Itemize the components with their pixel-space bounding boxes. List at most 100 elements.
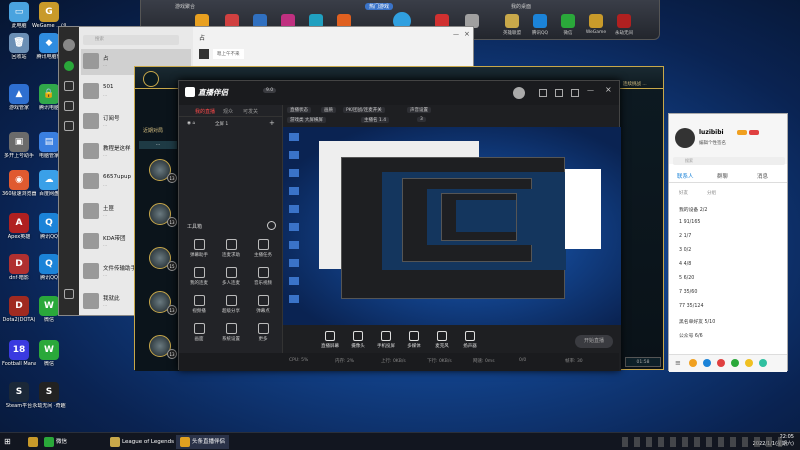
- contact-group[interactable]: 77 35/124: [679, 304, 704, 309]
- message-icon[interactable]: [555, 89, 563, 97]
- tab-contacts[interactable]: 联系人: [677, 172, 694, 180]
- toolbar-chip[interactable]: 画质: [321, 107, 336, 113]
- tool-button[interactable]: 多人连麦: [217, 267, 245, 286]
- subtab-groups[interactable]: 分组: [707, 190, 716, 196]
- contacts-icon[interactable]: [64, 81, 74, 91]
- qq-icon[interactable]: [533, 14, 547, 28]
- app-icon[interactable]: [717, 359, 725, 367]
- desktop-icon[interactable]: ▣ 多开上号助手: [2, 132, 36, 159]
- app-icon[interactable]: [759, 359, 767, 367]
- preview-qq-panel: [565, 169, 601, 249]
- bottom-bar-button[interactable]: 手机投屏: [373, 331, 399, 349]
- toolbar-chip[interactable]: PK/团战/连麦开关: [343, 107, 385, 113]
- desktop-icon[interactable]: A Apex英雄: [2, 213, 36, 240]
- avatar[interactable]: [513, 87, 525, 99]
- bottom-bar-button[interactable]: 摄像头: [345, 331, 371, 349]
- desktop-icon[interactable]: 18Football Manag...: [2, 340, 36, 367]
- toolbar-chip[interactable]: 3: [417, 117, 426, 122]
- tool-button[interactable]: 画面: [185, 323, 213, 342]
- start-button[interactable]: ⊞: [4, 435, 11, 449]
- desktop-icon[interactable]: ◉ 360极速浏览器: [2, 170, 36, 197]
- desktop-icon[interactable]: S 永劫无间 ·奇趣: [32, 382, 66, 409]
- tab-messages[interactable]: 消息: [757, 172, 768, 180]
- bottom-bar-button[interactable]: 多媒体: [401, 331, 427, 349]
- contact-group[interactable]: 7 35/60: [679, 290, 697, 295]
- contact-group[interactable]: 黑名单好友 5/10: [679, 318, 715, 325]
- minimize-icon[interactable]: —: [587, 86, 594, 94]
- wechat-icon[interactable]: [561, 14, 575, 28]
- desktop-icon[interactable]: W 微信: [32, 340, 66, 367]
- minimize-icon[interactable]: —: [453, 31, 459, 38]
- close-icon[interactable]: ×: [605, 85, 612, 94]
- tools-toggle-icon[interactable]: [267, 221, 276, 230]
- tab-other[interactable]: 可发关: [243, 108, 258, 115]
- menu-icon[interactable]: ≡: [675, 359, 681, 367]
- toolbar-chip[interactable]: 直播状态: [287, 107, 311, 113]
- avatar[interactable]: [675, 128, 695, 148]
- chat-icon[interactable]: [64, 61, 74, 71]
- toolbar-chip[interactable]: 主播名 1.4: [361, 117, 390, 123]
- taskbar-app-icon[interactable]: [28, 435, 40, 449]
- desktop-icon[interactable]: S Steam平台: [2, 382, 36, 409]
- lol-icon[interactable]: [505, 14, 519, 28]
- system-tray[interactable]: [622, 437, 782, 447]
- wegame-icon[interactable]: [589, 14, 603, 28]
- tab-groups[interactable]: 群聊: [717, 172, 728, 180]
- contact-group[interactable]: 1 91/165: [679, 220, 700, 225]
- tool-button[interactable]: 弹幕助手: [185, 239, 213, 258]
- tool-button[interactable]: 弹幕点: [249, 295, 277, 314]
- tool-button[interactable]: 音乐视频: [249, 267, 277, 286]
- scene-label[interactable]: 全屏 1: [215, 121, 228, 127]
- start-live-button[interactable]: 开始直播: [575, 335, 613, 348]
- contact-group[interactable]: 5 6/20: [679, 276, 694, 281]
- app-icon[interactable]: [703, 359, 711, 367]
- tool-button[interactable]: 视频播: [185, 295, 213, 314]
- bottom-bar-button[interactable]: 扬声器: [457, 331, 483, 349]
- close-icon[interactable]: ×: [464, 30, 470, 38]
- app-icon[interactable]: [689, 359, 697, 367]
- folder-icon[interactable]: [64, 121, 74, 131]
- contact-group[interactable]: 我的设备 2/2: [679, 206, 707, 213]
- avatar[interactable]: [63, 39, 75, 51]
- contact-group[interactable]: 3 0/2: [679, 248, 691, 253]
- contact-group[interactable]: 2 1/7: [679, 234, 691, 239]
- bottom-bar-button[interactable]: 麦克风: [429, 331, 455, 349]
- naraka-icon[interactable]: [617, 14, 631, 28]
- desktop-icon[interactable]: D Dota2(DOTA): [2, 296, 36, 323]
- tool-button[interactable]: 主播任务: [249, 239, 277, 258]
- desktop-icon[interactable]: GWeGame ...(测): [32, 2, 66, 29]
- taskbar-item[interactable]: League of Legends: [110, 435, 174, 449]
- star-icon[interactable]: [64, 101, 74, 111]
- bottom-bar-button[interactable]: 直播屏幕: [317, 331, 343, 349]
- desktop-icon[interactable]: ▲ 游戏管家: [2, 84, 36, 111]
- menu-icon[interactable]: [571, 89, 579, 97]
- contact-name: 占: [103, 56, 109, 62]
- tab-audience[interactable]: 观众: [223, 108, 233, 115]
- contact-group[interactable]: 4 4/8: [679, 262, 691, 267]
- desktop-icon[interactable]: Ddnf·暗影: [2, 254, 36, 281]
- tool-button[interactable]: 更多: [249, 323, 277, 342]
- add-scene-button[interactable]: +: [269, 119, 275, 127]
- scene-icon[interactable]: ◉ ⌂: [187, 121, 195, 126]
- search-input[interactable]: 搜索: [673, 157, 785, 165]
- desktop-icon[interactable]: ▭ 此电脑: [2, 2, 36, 29]
- desktop-icon[interactable]: 🗑 回收站: [2, 33, 36, 60]
- app-icon[interactable]: [745, 359, 753, 367]
- settings-icon[interactable]: [539, 89, 547, 97]
- taskbar-item[interactable]: 头条直播伴侣: [176, 435, 230, 449]
- app-icon[interactable]: [731, 359, 739, 367]
- qq-signature[interactable]: 编辑个性签名: [699, 140, 726, 146]
- menu-icon[interactable]: [64, 289, 74, 299]
- tool-button[interactable]: 系统设置: [217, 323, 245, 342]
- subtab-friends[interactable]: 好友: [679, 190, 688, 196]
- search-input[interactable]: 搜索: [83, 35, 179, 45]
- tool-button[interactable]: 我的连麦: [185, 267, 213, 286]
- toolbar-chip[interactable]: 声音设置: [407, 107, 431, 113]
- lol-filter[interactable]: ···: [139, 141, 177, 149]
- contact-group[interactable]: 公众号 6/6: [679, 332, 703, 339]
- tool-button[interactable]: 连麦求助: [217, 239, 245, 258]
- taskbar-item[interactable]: 微信: [44, 435, 67, 449]
- toolbar-chip[interactable]: 游戏类 大屏横屏: [287, 117, 326, 123]
- tab-my-live[interactable]: 我的直播: [195, 108, 215, 115]
- tool-button[interactable]: 超级分享: [217, 295, 245, 314]
